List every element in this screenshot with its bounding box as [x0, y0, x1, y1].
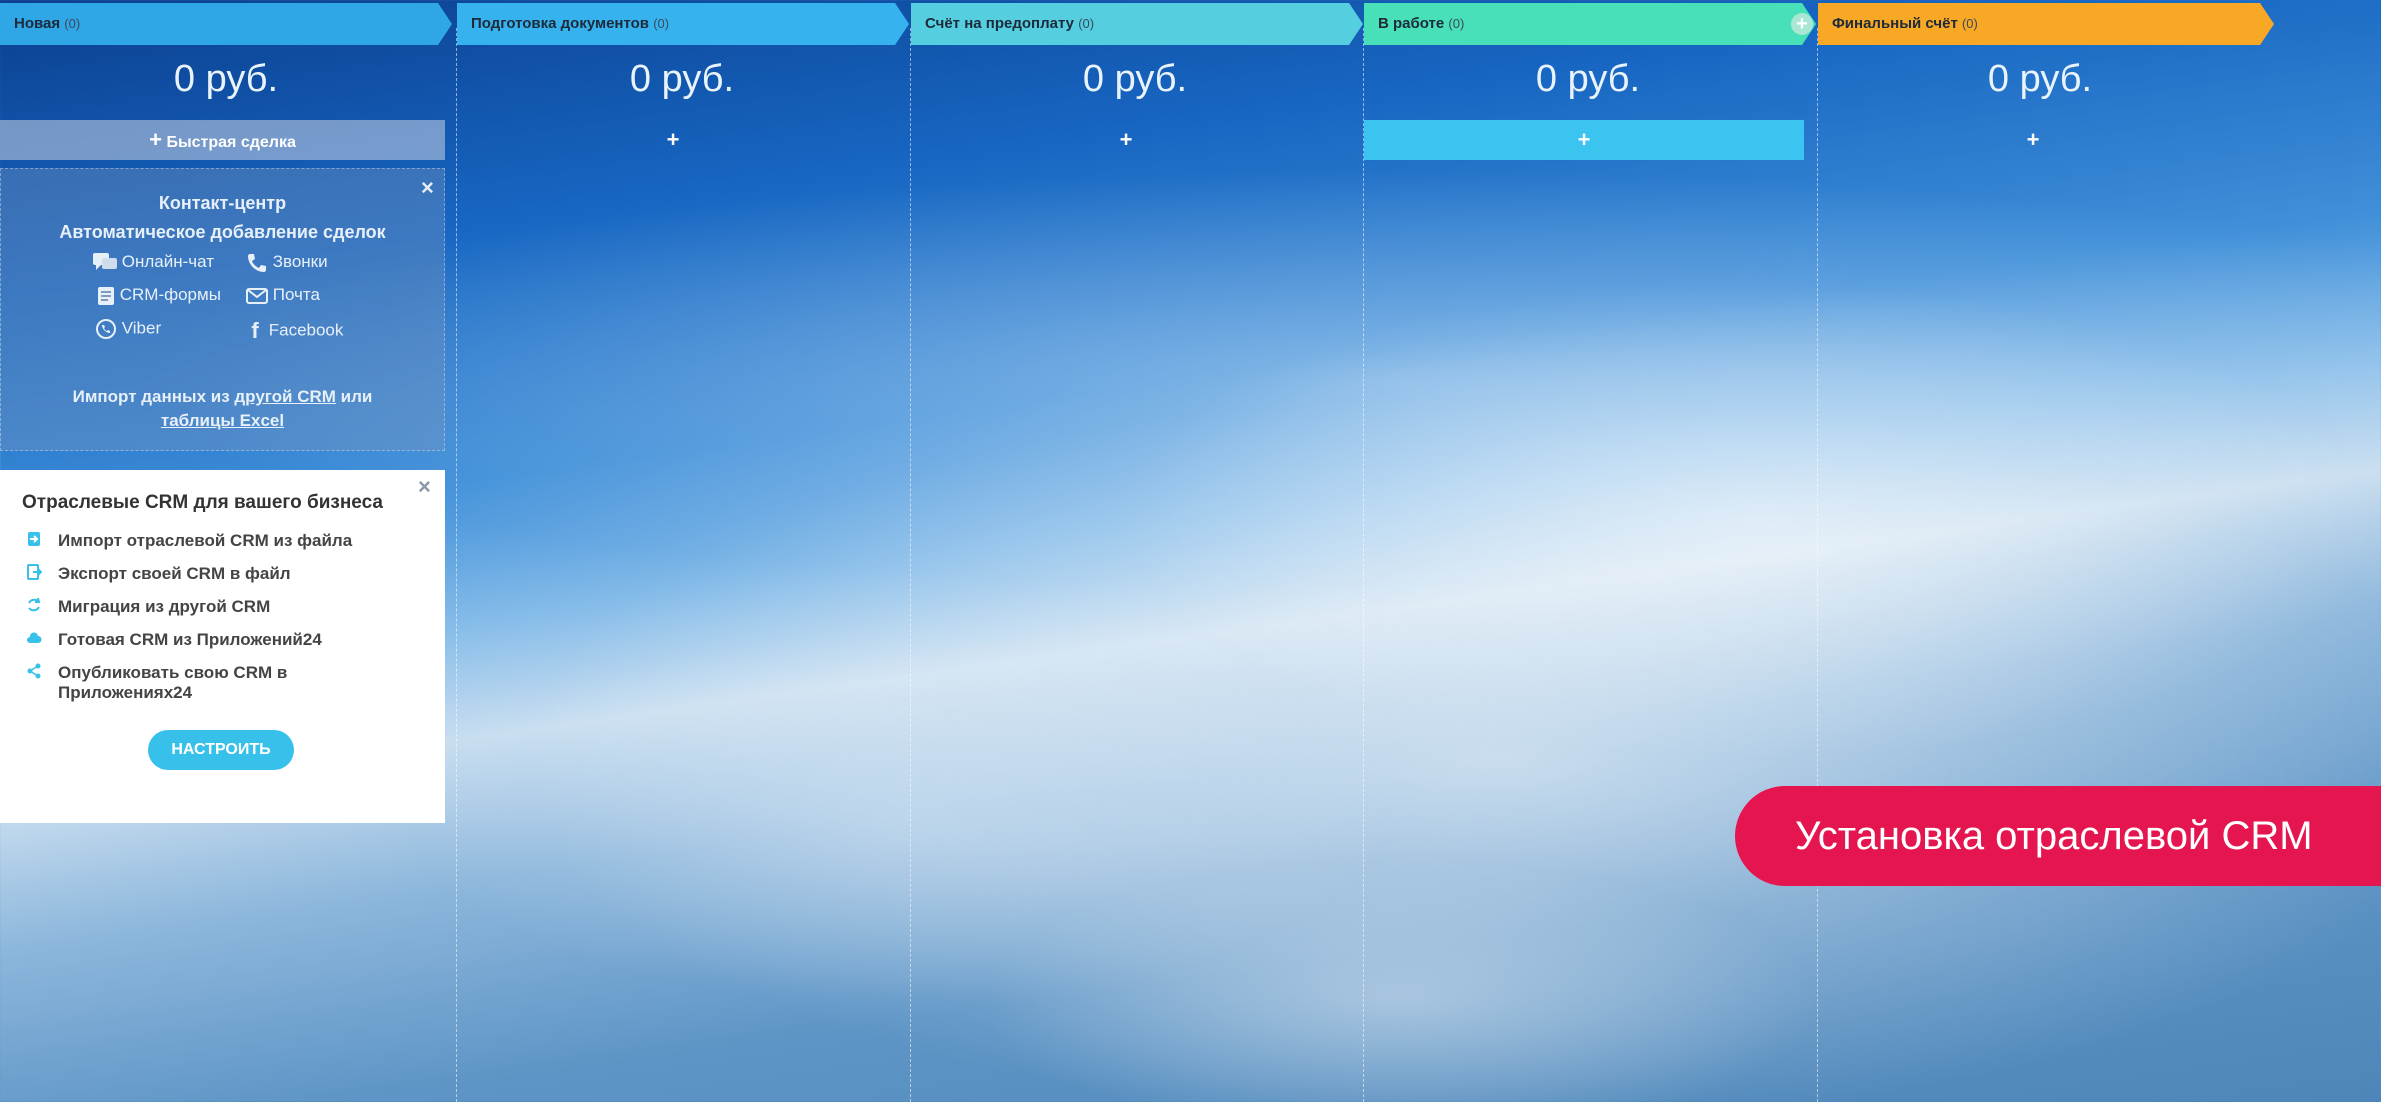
stage-docs-header[interactable]: Подготовка документов (0) [457, 3, 909, 45]
stage-sum: 0 руб. [629, 58, 735, 100]
import-icon [26, 531, 42, 547]
stage-sum: 0 руб. [1535, 58, 1641, 100]
industry-crm-panel: × Отраслевые CRM для вашего бизнеса Импо… [0, 470, 445, 823]
column-divider [1363, 28, 1364, 1102]
cloud-icon [26, 630, 42, 646]
quick-deal-label: Быстрая сделка [166, 134, 296, 151]
add-stage-plus-icon[interactable]: + [1791, 13, 1813, 35]
stage-title: Финальный счёт [1832, 15, 1958, 32]
facebook-icon: f [251, 318, 259, 343]
stage-count: (0) [1961, 16, 1978, 31]
close-icon[interactable]: × [421, 175, 434, 201]
stage-prepay-header[interactable]: Счёт на предоплату (0) [911, 3, 1363, 45]
stage-sum: 0 руб. [1987, 58, 2093, 100]
channel-online-chat[interactable]: Онлайн-чат [93, 252, 214, 273]
stage-title: Счёт на предоплату [925, 15, 1075, 32]
mail-icon [246, 287, 268, 305]
migrate-icon [26, 597, 42, 613]
industry-item-line1: Опубликовать свою CRM в [58, 663, 288, 682]
add-deal-button[interactable]: + [1364, 120, 1804, 160]
channel-facebook[interactable]: f Facebook [246, 318, 343, 344]
stage-count: (0) [1078, 16, 1095, 31]
channel-label: Звонки [272, 252, 328, 271]
stage-count: (0) [1448, 16, 1465, 31]
plus-icon: + [149, 127, 163, 152]
industry-item[interactable]: Готовая CRM из Приложений24 [58, 630, 322, 650]
import-text: Импорт данных из другой CRM или таблицы … [1, 385, 444, 433]
import-label: Импорт данных из [72, 387, 230, 406]
phone-icon [246, 253, 268, 273]
stage-sum: 0 руб. [1082, 58, 1188, 100]
add-deal-button[interactable]: + [520, 120, 826, 160]
channel-label: Почта [272, 285, 320, 304]
add-deal-button[interactable]: + [973, 120, 1279, 160]
contact-center-panel: × Контакт-центр Автоматическое добавлени… [0, 168, 445, 451]
video-caption-banner: Установка отраслевой CRM [1735, 786, 2381, 886]
industry-item[interactable]: Экспорт своей CRM в файл [58, 564, 291, 584]
close-icon[interactable]: × [418, 474, 431, 500]
stage-inwork-header[interactable]: В работе (0) [1364, 3, 1816, 45]
stage-title: В работе [1378, 15, 1445, 32]
stage-title: Новая [14, 15, 61, 32]
channel-label: Онлайн-чат [121, 252, 214, 271]
chat-icon [93, 252, 117, 273]
quick-deal-button[interactable]: + Быстрая сделка [0, 120, 445, 160]
viber-icon [95, 318, 117, 340]
channel-label: Facebook [268, 320, 344, 340]
industry-item[interactable]: Опубликовать свою CRM в Приложениях24 [58, 663, 287, 703]
industry-crm-title: Отраслевые CRM для вашего бизнеса [22, 492, 383, 513]
column-divider [1817, 28, 1818, 1102]
industry-item-line2: Приложениях24 [58, 683, 193, 702]
export-icon [26, 564, 42, 580]
channel-label: Viber [121, 318, 162, 338]
stage-count: (0) [653, 16, 670, 31]
stage-count: (0) [64, 16, 81, 31]
form-icon [97, 286, 115, 306]
industry-item[interactable]: Миграция из другой CRM [58, 597, 270, 617]
stage-new-header[interactable]: Новая (0) [0, 3, 452, 45]
channel-viber[interactable]: Viber [95, 318, 161, 340]
add-deal-button[interactable]: + [1880, 120, 2186, 160]
column-divider [910, 28, 911, 1102]
contact-center-subtitle: Автоматическое добавление сделок [59, 222, 386, 242]
stage-final-header[interactable]: Финальный счёт (0) [1818, 3, 2274, 45]
contact-center-title: Контакт-центр [158, 193, 287, 213]
link-other-crm[interactable]: другой CRM [234, 387, 336, 406]
stage-title: Подготовка документов [471, 15, 650, 32]
channel-crm-forms[interactable]: CRM-формы [97, 285, 221, 306]
channel-label: CRM-формы [119, 285, 221, 304]
stage-sum: 0 руб. [173, 58, 279, 100]
column-divider [456, 28, 457, 1102]
configure-button[interactable]: НАСТРОИТЬ [148, 730, 294, 770]
import-or-label: или [340, 387, 373, 406]
channel-mail[interactable]: Почта [246, 285, 320, 305]
channel-calls[interactable]: Звонки [246, 252, 328, 273]
share-icon [26, 663, 42, 679]
link-excel-tables[interactable]: таблицы Excel [161, 411, 284, 430]
industry-item[interactable]: Импорт отраслевой CRM из файла [58, 531, 352, 551]
